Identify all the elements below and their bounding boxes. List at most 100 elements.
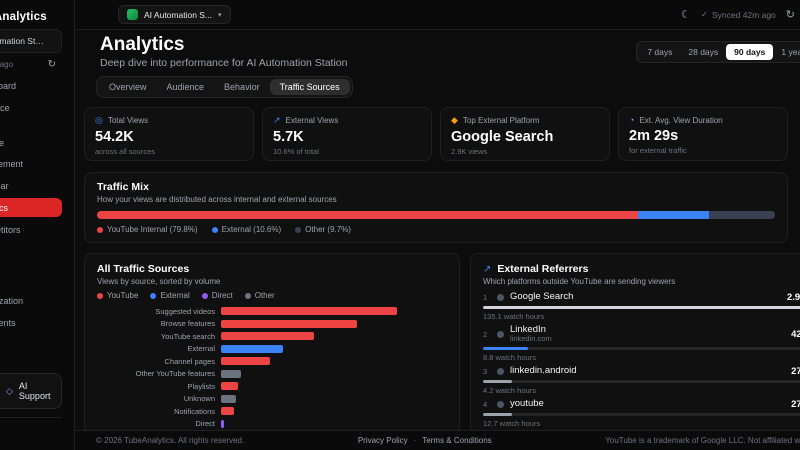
chart-bar: [221, 407, 234, 416]
stat-sub: 10.6% of total: [273, 147, 319, 156]
analytics-tabs: Overview Audience Behavior Traffic Sourc…: [96, 76, 353, 98]
chart-bar: [221, 394, 236, 403]
refresh-icon[interactable]: ↻: [786, 8, 795, 21]
legend-item: YouTube: [97, 291, 138, 300]
panel-subtitle: How your views are distributed across in…: [97, 195, 337, 204]
sidebar-item-monetization[interactable]: ¤Monetization: [0, 292, 62, 310]
app-logo-text: TubeAnalytics: [0, 10, 47, 23]
legend-item: External (10.6%): [211, 225, 281, 234]
range-28-days-button[interactable]: 28 days: [680, 44, 726, 60]
stat-sub: across all sources: [95, 147, 156, 156]
referrer-row-google-search[interactable]: 1 Google Search 2.9K 135.1 watch hours: [483, 291, 800, 321]
check-icon: ✓: [700, 9, 708, 19]
theme-toggle-icon[interactable]: ☾: [681, 8, 691, 21]
chart-bar: [221, 357, 270, 366]
stat-value: Google Search: [451, 129, 554, 145]
sidebar-item-dashboard[interactable]: ▦Dashboard: [0, 76, 62, 95]
stat-value: 5.7K: [273, 129, 304, 145]
sidebar-item-label: Competitors: [0, 224, 21, 235]
referrer-name: linkedin.android: [510, 364, 577, 376]
stat-label: Top External Platform: [462, 116, 540, 125]
all-traffic-sources-panel: All Traffic Sources Views by source, sor…: [84, 253, 460, 430]
sidebar-item-label: Engagement: [0, 159, 24, 169]
tab-overview[interactable]: Overview: [99, 79, 157, 95]
sync-status-text: Synced 42m ago: [0, 60, 14, 69]
ai-support-button[interactable]: ◇ AI Support: [0, 373, 62, 409]
mix-segment-youtube: [97, 211, 638, 219]
sidebar-item-scripts[interactable]: ✎Scripts: [0, 335, 62, 354]
referrer-watch-hours: 12.7 watch hours: [483, 418, 541, 428]
chart-row: Unknown: [97, 393, 447, 406]
chart-row: Browse features: [97, 318, 447, 331]
views-icon: ◎: [95, 115, 103, 125]
stat-label: Total Views: [107, 116, 149, 125]
legend-item: Other (9.7%): [295, 225, 351, 234]
sidebar-item-label: Analytics: [0, 202, 9, 213]
referrer-row-linkedin-android[interactable]: 3 linkedin.android 277 4.2 watch hours: [483, 364, 800, 395]
channel-switcher[interactable]: AI Automation S... ▾: [118, 5, 231, 24]
app-viewport: ▶ TubeAnalytics AI Automation Station Sy…: [0, 0, 800, 450]
sidebar-item-competitors[interactable]: ⚑Competitors: [0, 220, 62, 239]
referrer-favicon: [497, 330, 504, 338]
page-header: Analytics Deep dive into performance for…: [100, 34, 800, 69]
stat-label: External Views: [285, 116, 339, 125]
panel-title: All Traffic Sources: [97, 263, 190, 275]
referrer-row-youtube[interactable]: 4 youtube 272 12.7 watch hours: [483, 397, 800, 428]
stat-sub: for external traffic: [629, 146, 687, 155]
referrer-favicon: [497, 367, 504, 375]
rank-number: 2: [483, 329, 488, 339]
referrer-progress-track: [483, 379, 800, 383]
chevron-down-icon: ▾: [218, 11, 222, 19]
range-1-year-button[interactable]: 1 year: [773, 44, 800, 60]
referrer-name: youtube: [510, 397, 544, 409]
sidebar-divider: [0, 417, 62, 418]
sidebar-item-emails[interactable]: ✉Emails: [0, 270, 62, 289]
referrer-watch-hours: 8.8 watch hours: [483, 352, 536, 362]
sidebar-item-label: Finance: [0, 138, 5, 148]
trademark-text: YouTube is a trademark of Google LLC. No…: [605, 436, 800, 445]
referrer-favicon: [497, 400, 504, 408]
sidebar-item-analytics[interactable]: ◧Analytics: [0, 198, 62, 217]
stat-value: 2m 29s: [629, 128, 679, 144]
topbar-right: ☾ ✓ Synced 42m ago ↻: [681, 8, 795, 21]
sidebar-channel-selector[interactable]: AI Automation Station: [0, 29, 62, 53]
sidebar-sync-row: Synced 42m ago ↻: [0, 59, 62, 76]
referrer-watch-hours: 4.2 watch hours: [483, 385, 536, 395]
tab-behavior[interactable]: Behavior: [214, 79, 270, 95]
footer-separator: ·: [413, 436, 417, 445]
stat-card-top-platform: ◆ Top External Platform Google Search 2.9…: [440, 107, 610, 161]
chart-row: YouTube search: [97, 330, 447, 343]
clock-icon: ◔: [629, 115, 635, 125]
legend-item: Direct: [201, 291, 233, 300]
range-90-days-button[interactable]: 90 days: [726, 44, 774, 60]
tab-audience[interactable]: Audience: [157, 79, 215, 95]
sidebar-item-calendar[interactable]: ▤Calendar: [0, 176, 62, 195]
panel-subtitle: Views by source, sorted by volume: [97, 277, 221, 286]
range-7-days-button[interactable]: 7 days: [639, 44, 680, 60]
refresh-icon[interactable]: ↻: [48, 59, 56, 70]
platform-icon: ◆: [451, 115, 458, 125]
logout-button[interactable]: Logout: [0, 424, 62, 442]
referrer-progress-track: [483, 306, 800, 309]
sidebar-bottom: ◇ AI Support Logout: [0, 373, 62, 442]
sidebar-nav: ▦Dashboard ◉Audience $Finance ♥Engagemen…: [0, 76, 62, 354]
content: Analytics Deep dive into performance for…: [75, 30, 800, 430]
referrer-row-linkedin[interactable]: 2 LinkedInlinkedin.com 421 8.8 watch hou…: [483, 324, 800, 362]
topbar: AI Automation S... ▾ ☾ ✓ Synced 42m ago …: [75, 0, 800, 30]
lower-panels: All Traffic Sources Views by source, sor…: [84, 253, 800, 430]
chart-bar: [221, 307, 397, 316]
tab-traffic-sources[interactable]: Traffic Sources: [269, 79, 350, 95]
chart-row: Other YouTube features: [97, 368, 447, 381]
sidebar-item-audience[interactable]: ◉Audience: [0, 98, 62, 117]
terms-link[interactable]: Terms & Conditions: [422, 436, 491, 445]
chart-row: Channel pages: [97, 355, 447, 368]
sidebar-item-comments[interactable]: ❝Comments: [0, 313, 62, 332]
channel-avatar: [127, 9, 138, 20]
sidebar-item-finance[interactable]: $Finance: [0, 134, 62, 152]
channel-switcher-label: AI Automation S...: [144, 9, 213, 20]
chart-bar: [221, 369, 241, 378]
copyright-text: © 2026 TubeAnalytics. All rights reserve…: [96, 436, 245, 445]
sidebar-item-engagement[interactable]: ♥Engagement: [0, 155, 62, 173]
sidebar-item-label: Monetization: [0, 296, 24, 306]
privacy-policy-link[interactable]: Privacy Policy: [358, 436, 408, 445]
